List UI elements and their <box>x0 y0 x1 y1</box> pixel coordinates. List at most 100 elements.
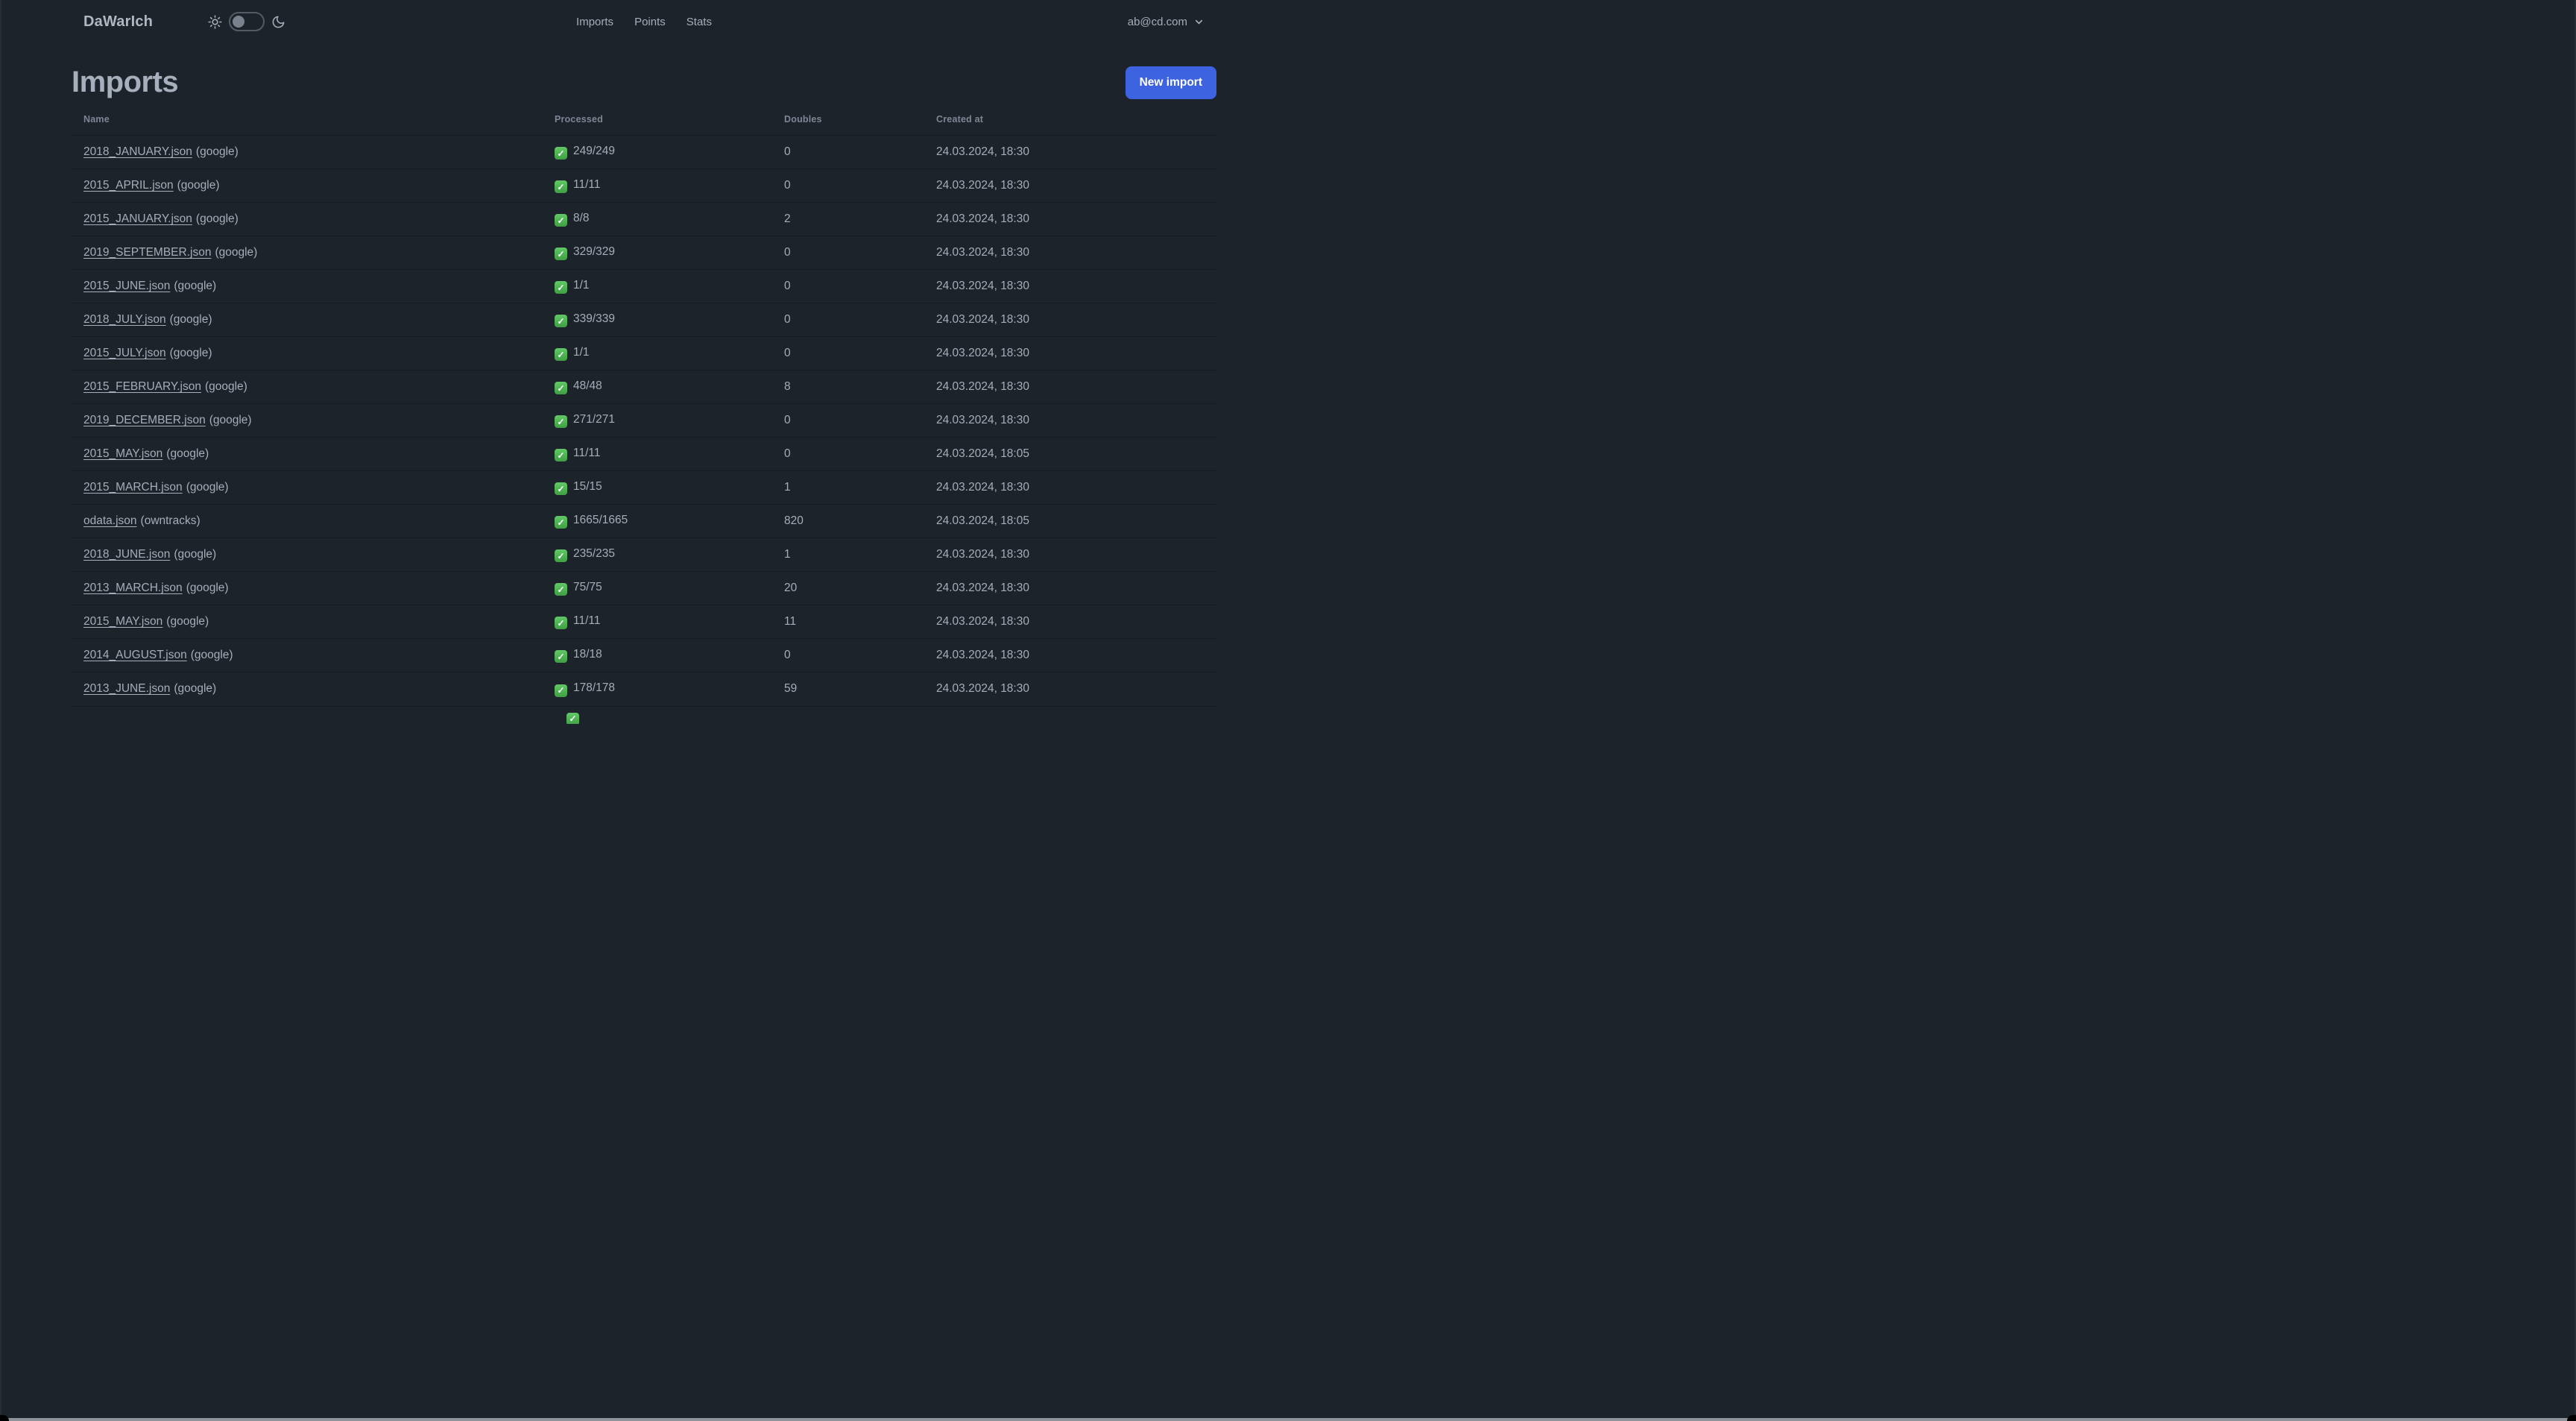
import-source-label: (google) <box>166 447 209 460</box>
table-row: 2015_JANUARY.json(google) 8/8 2 24.03.20… <box>72 202 1216 236</box>
import-file-link[interactable]: 2014_AUGUST.json <box>83 649 187 661</box>
success-check-icon <box>555 415 567 429</box>
nav-item-stats[interactable]: Stats <box>686 16 712 28</box>
success-check-icon <box>555 449 567 462</box>
sun-icon <box>208 14 222 29</box>
app-logo[interactable]: DaWarIch <box>83 13 153 31</box>
created-at: 24.03.2024, 18:30 <box>924 202 1216 236</box>
doubles-count: 0 <box>772 336 924 371</box>
import-file-link[interactable]: 2015_APRIL.json <box>83 179 174 192</box>
processed-count: 271/271 <box>573 412 616 426</box>
table-row: 2015_APRIL.json(google) 11/11 0 24.03.20… <box>72 168 1216 203</box>
new-import-button[interactable]: New import <box>1125 66 1216 99</box>
processed-count: 11/11 <box>573 614 601 627</box>
table-row: odata.json(owntracks) 1665/1665 820 24.0… <box>72 504 1216 538</box>
processed-count: 1665/1665 <box>573 513 628 526</box>
created-at: 24.03.2024, 18:05 <box>924 504 1216 538</box>
import-file-link[interactable]: 2015_MARCH.json <box>83 481 183 494</box>
processed-count: 8/8 <box>573 211 590 224</box>
imports-table: Name Processed Doubles Created at 2018_J… <box>72 105 1216 706</box>
table-row-partial <box>72 705 1216 724</box>
import-source-label: (google) <box>209 414 252 426</box>
doubles-count: 0 <box>772 403 924 438</box>
created-at: 24.03.2024, 18:30 <box>924 638 1216 672</box>
import-source-label: (google) <box>215 246 258 259</box>
imports-table-body: 2018_JANUARY.json(google) 249/249 0 24.0… <box>72 135 1216 706</box>
theme-toggle[interactable] <box>229 12 265 31</box>
import-file-link[interactable]: odata.json <box>83 514 137 527</box>
user-email: ab@cd.com <box>1127 15 1187 28</box>
processed-count: 235/235 <box>573 546 616 560</box>
user-menu[interactable]: ab@cd.com <box>1128 16 1205 28</box>
doubles-count: 11 <box>772 605 924 639</box>
created-at: 24.03.2024, 18:30 <box>924 303 1216 337</box>
doubles-count: 0 <box>772 236 924 270</box>
success-check-icon <box>566 712 579 724</box>
processed-count: 48/48 <box>573 379 602 392</box>
processed-count: 178/178 <box>573 681 616 694</box>
import-file-link[interactable]: 2015_JANUARY.json <box>83 212 192 225</box>
success-check-icon <box>555 214 567 227</box>
import-file-link[interactable]: 2013_JUNE.json <box>83 682 170 695</box>
theme-toggle-knob <box>233 16 245 28</box>
doubles-count: 0 <box>772 168 924 203</box>
success-check-icon <box>555 583 567 596</box>
import-file-link[interactable]: 2019_DECEMBER.json <box>83 414 206 426</box>
processed-count: 339/339 <box>573 312 616 325</box>
import-file-link[interactable]: 2013_MARCH.json <box>83 582 183 594</box>
success-check-icon <box>555 348 567 362</box>
table-row: 2018_JULY.json(google) 339/339 0 24.03.2… <box>72 303 1216 337</box>
success-check-icon <box>555 482 567 496</box>
created-at: 24.03.2024, 18:30 <box>924 135 1216 169</box>
doubles-count: 59 <box>772 672 924 706</box>
main-nav: Imports Points Stats <box>576 16 712 28</box>
processed-count: 75/75 <box>573 580 602 593</box>
import-file-link[interactable]: 2015_JUNE.json <box>83 280 170 292</box>
import-file-link[interactable]: 2015_JULY.json <box>83 347 166 359</box>
doubles-count: 0 <box>772 269 924 303</box>
nav-item-imports[interactable]: Imports <box>576 16 613 28</box>
import-file-link[interactable]: 2018_JULY.json <box>83 313 166 326</box>
nav-item-points[interactable]: Points <box>634 16 666 28</box>
table-row: 2018_JANUARY.json(google) 249/249 0 24.0… <box>72 135 1216 169</box>
import-source-label: (google) <box>174 280 217 292</box>
import-source-label: (google) <box>177 179 220 192</box>
created-at: 24.03.2024, 18:30 <box>924 269 1216 303</box>
import-source-label: (google) <box>186 582 229 594</box>
created-at: 24.03.2024, 18:30 <box>924 336 1216 371</box>
navbar: DaWarIch Imports Points Stats ab@cd.com <box>0 0 1288 43</box>
created-at: 24.03.2024, 18:05 <box>924 437 1216 471</box>
created-at: 24.03.2024, 18:30 <box>924 370 1216 404</box>
success-check-icon <box>555 684 567 697</box>
success-check-icon <box>555 281 567 294</box>
import-source-label: (google) <box>186 481 229 494</box>
doubles-count: 2 <box>772 202 924 236</box>
import-file-link[interactable]: 2019_SEPTEMBER.json <box>83 246 211 259</box>
processed-count: 329/329 <box>573 245 616 258</box>
doubles-count: 20 <box>772 571 924 605</box>
import-source-label: (google) <box>166 615 209 628</box>
chevron-down-icon <box>1193 16 1205 28</box>
table-row: 2018_JUNE.json (google) 235/235 1 24.03.2… <box>72 538 1216 572</box>
table-row: 2015_JULY.json(google) 1/1 0 24.03.2024,… <box>72 336 1216 371</box>
import-file-link[interactable]: 2015_MAY.json <box>83 447 162 460</box>
import-file-link[interactable]: 2018_JUNE.json <box>83 548 170 561</box>
doubles-count: 8 <box>772 370 924 404</box>
created-at: 24.03.2024, 18:30 <box>924 538 1216 572</box>
import-file-link[interactable]: 2015_MAY.json <box>83 615 162 628</box>
success-check-icon <box>555 549 567 563</box>
import-file-link[interactable]: 2018_JANUARY.json <box>83 145 192 158</box>
doubles-count: 820 <box>772 504 924 538</box>
processed-count: 11/11 <box>573 446 601 459</box>
import-source-label: (google) <box>195 212 239 225</box>
import-file-link[interactable]: 2015_FEBRUARY.json <box>83 380 201 393</box>
import-source-label: (google) <box>169 347 212 359</box>
created-at: 24.03.2024, 18:30 <box>924 168 1216 203</box>
processed-count: 11/11 <box>573 177 601 191</box>
created-at: 24.03.2024, 18:30 <box>924 571 1216 605</box>
processed-count: 1/1 <box>573 345 590 359</box>
horizontal-scrollbar[interactable] <box>0 1418 2576 1421</box>
import-source-label: (google) <box>174 682 217 696</box>
success-check-icon <box>555 617 567 630</box>
column-header-name: Name <box>83 114 110 125</box>
